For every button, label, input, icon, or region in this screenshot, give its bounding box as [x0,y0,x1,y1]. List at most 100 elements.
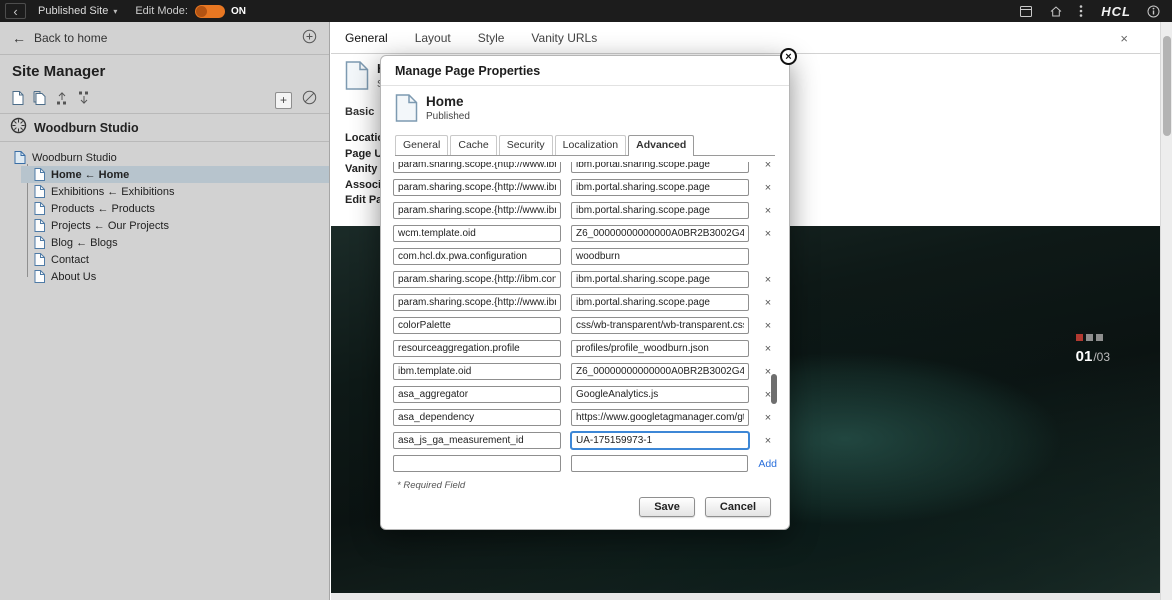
property-key-input[interactable] [393,455,561,472]
move-up-icon[interactable] [55,91,68,110]
remove-property-button[interactable]: × [759,182,777,194]
back-to-home[interactable]: ← Back to home [0,22,329,55]
modal-tab[interactable]: Cache [450,135,496,155]
tree-item[interactable]: Products ← Products [21,200,329,217]
modal-tab[interactable]: Advanced [628,135,694,156]
published-site-menu[interactable]: Published Site ▾ [38,5,117,17]
cancel-button[interactable]: Cancel [705,497,771,517]
save-button[interactable]: Save [639,497,695,517]
property-key-input[interactable] [393,162,561,173]
property-key-input[interactable] [393,179,561,196]
tree-root[interactable]: Woodburn Studio [0,149,329,166]
property-key-input[interactable] [393,225,561,242]
tree-item-label: Exhibitions ← Exhibitions [51,186,175,198]
add-property-button[interactable]: Add [758,458,777,470]
site-icon [14,151,26,164]
kebab-menu-icon[interactable] [1079,4,1083,18]
modal-tab[interactable]: Security [499,135,553,155]
content-tab[interactable]: General [345,31,388,45]
sidebar: ← Back to home Site Manager + [0,22,330,600]
property-key-input[interactable] [393,432,561,449]
property-key-input[interactable] [393,363,561,380]
property-value-input[interactable] [571,225,749,242]
remove-property-button[interactable]: × [759,343,777,355]
property-key-input[interactable] [393,386,561,403]
horizontal-scrollbar[interactable] [331,593,1160,600]
tree-item[interactable]: Projects ← Our Projects [21,217,329,234]
content-close-icon[interactable]: × [1120,31,1128,46]
arrow-left-icon: ← [12,30,26,46]
property-value-input[interactable] [571,162,749,173]
property-value-input[interactable] [571,455,749,472]
property-value-input[interactable] [571,363,749,380]
tree-item-label: Blog ← Blogs [51,237,118,249]
content-subtab[interactable]: Basic [345,106,374,118]
copy-page-icon[interactable] [33,91,46,110]
content-tab[interactable]: Vanity URLs [531,31,597,45]
tree-item[interactable]: Home ← Home [21,166,329,183]
home-icon[interactable] [1049,5,1063,18]
property-value-input[interactable] [571,179,749,196]
property-value-input[interactable] [571,202,749,219]
property-value-input[interactable] [571,248,749,265]
property-value-input[interactable] [571,340,749,357]
back-button[interactable]: ‹ [5,3,26,19]
property-row: × [393,268,777,291]
property-row: × [393,314,777,337]
property-key-input[interactable] [393,202,561,219]
modal-close-button[interactable]: × [780,48,797,65]
slide-indicator-square [1096,334,1103,341]
remove-property-button[interactable]: × [759,320,777,332]
manage-page-properties-dialog: × Manage Page Properties Home Published … [380,55,790,530]
remove-property-button[interactable]: × [759,205,777,217]
property-key-input[interactable] [393,271,561,288]
property-value-input[interactable] [571,386,749,403]
chevron-left-icon: ‹ [13,4,17,19]
property-value-input[interactable] [571,317,749,334]
tree-item[interactable]: Contact [21,251,329,268]
property-key-input[interactable] [393,248,561,265]
remove-property-button[interactable]: × [759,435,777,447]
circle-slash-icon[interactable] [302,90,317,110]
property-key-input[interactable] [393,294,561,311]
property-value-input[interactable] [571,409,749,426]
tree-item[interactable]: Blog ← Blogs [21,234,329,251]
remove-property-button[interactable]: × [759,412,777,424]
property-value-input[interactable] [571,432,749,449]
property-key-input[interactable] [393,340,561,357]
add-page-button[interactable]: + [275,92,292,109]
property-value-input[interactable] [571,294,749,311]
page-icon-large [345,61,369,95]
content-tab[interactable]: Layout [415,31,451,45]
edit-mode-toggle[interactable] [195,5,225,18]
remove-property-button[interactable]: × [759,228,777,240]
sidebar-toolbar: + [0,87,329,114]
modal-tab[interactable]: Localization [555,135,626,155]
site-header[interactable]: Woodburn Studio [0,114,329,142]
tree-item-label: Projects ← Our Projects [51,220,169,232]
page-icon [34,253,45,266]
property-key-input[interactable] [393,409,561,426]
required-field-note: * Required Field [397,480,773,491]
tree-item[interactable]: About Us [21,268,329,285]
tree-item[interactable]: Exhibitions ← Exhibitions [21,183,329,200]
scrollbar-thumb[interactable] [1163,36,1171,136]
circle-plus-icon[interactable] [302,29,317,47]
property-row: × [393,176,777,199]
property-row: × [393,222,777,245]
move-down-icon[interactable] [77,91,90,110]
new-page-icon[interactable] [12,91,24,110]
remove-property-button[interactable]: × [759,297,777,309]
property-row: × [393,429,777,452]
modal-list-scrollbar-thumb[interactable] [771,374,777,404]
remove-property-button[interactable]: × [759,274,777,286]
remove-property-button[interactable]: × [759,162,777,171]
property-key-input[interactable] [393,317,561,334]
modal-tab[interactable]: General [395,135,448,155]
vertical-scrollbar[interactable] [1160,22,1172,600]
content-tab[interactable]: Style [478,31,505,45]
modal-page-icon [395,94,418,127]
window-icon[interactable] [1019,5,1033,18]
property-value-input[interactable] [571,271,749,288]
info-icon[interactable] [1147,5,1160,18]
